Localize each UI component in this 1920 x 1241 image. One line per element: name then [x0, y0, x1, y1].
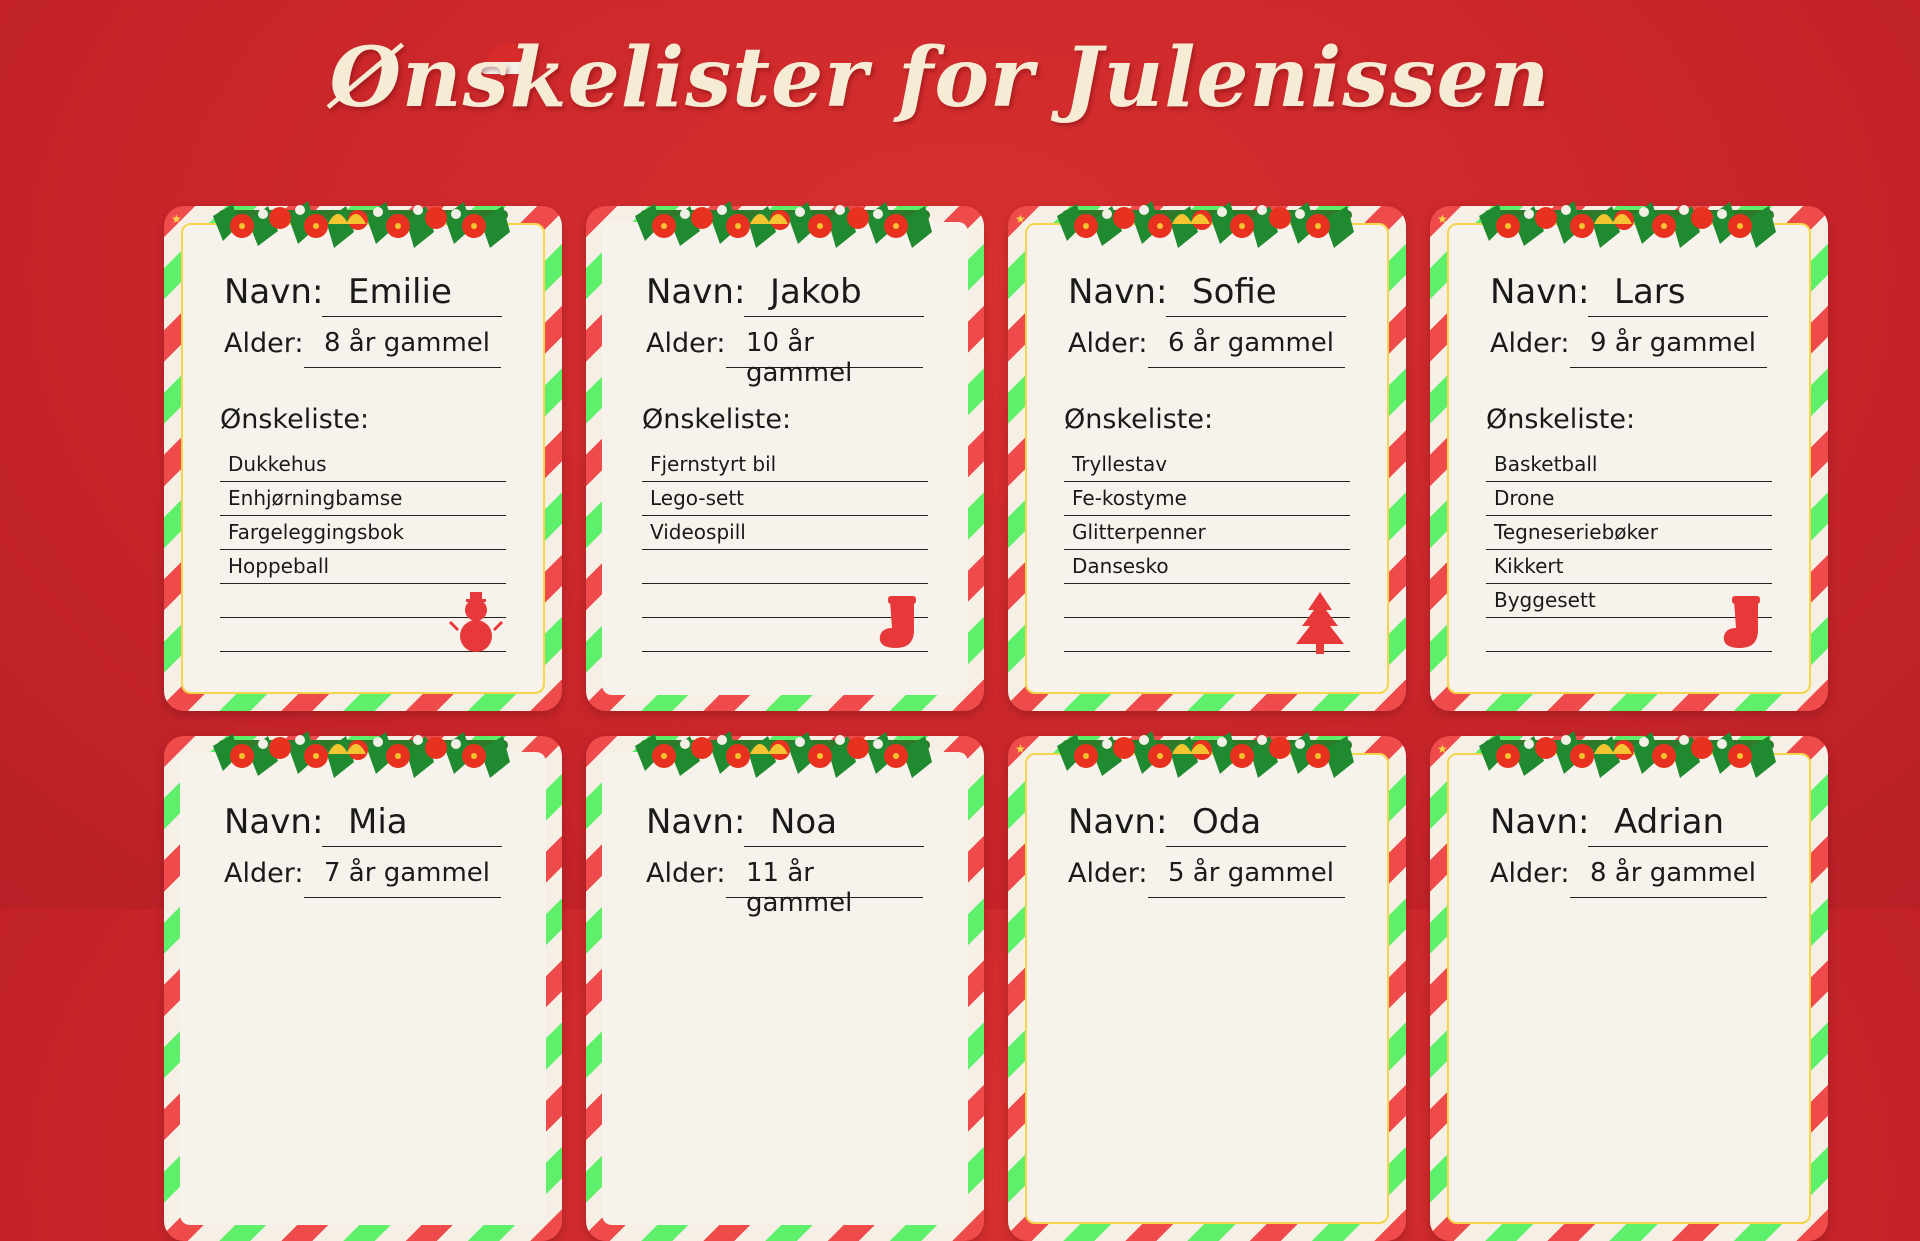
- garland-decoration: [1479, 201, 1776, 248]
- wish-item[interactable]: Tegneseriebøker: [1486, 516, 1772, 550]
- age-field[interactable]: 8 år gammel: [1570, 858, 1767, 898]
- snowman-icon: [448, 592, 504, 652]
- wish-item[interactable]: Fjernstyrt bil: [642, 448, 928, 482]
- garland-decoration: [213, 731, 510, 778]
- age-field[interactable]: 7 år gammel: [304, 858, 501, 898]
- wish-item[interactable]: Kikkert: [1486, 550, 1772, 584]
- garland-decoration: [635, 201, 932, 248]
- wish-item[interactable]: Videospill: [642, 516, 928, 550]
- age-label: Alder:: [646, 328, 726, 359]
- name-field[interactable]: Noa: [744, 802, 924, 847]
- wishlist-card: ★ Navn: Emilie Alder: 8 år gammel Ønskel…: [164, 201, 562, 711]
- wish-item[interactable]: [642, 550, 928, 584]
- star-icon: ★: [1015, 742, 1026, 756]
- wish-item[interactable]: Lego-sett: [642, 482, 928, 516]
- age-field[interactable]: 10 år gammel: [726, 328, 923, 388]
- name-field[interactable]: Emilie: [322, 272, 502, 317]
- name-label: Navn:: [1068, 272, 1168, 312]
- garland-decoration: [1479, 731, 1776, 778]
- wish-item[interactable]: Hoppeball: [220, 550, 506, 584]
- wishlist-card: ★ Navn: Sofie Alder: 6 år gammel Ønskeli…: [1008, 201, 1406, 711]
- name-field[interactable]: Adrian: [1588, 802, 1768, 847]
- wishlist-label: Ønskeliste:: [1064, 404, 1214, 435]
- garland-decoration: [213, 201, 510, 248]
- age-field[interactable]: 5 år gammel: [1148, 858, 1345, 898]
- garland-decoration: [1057, 731, 1354, 778]
- page-title: Ønskelister for Julenissen: [329, 30, 1551, 126]
- name-field[interactable]: Jakob: [744, 272, 924, 317]
- age-label: Alder:: [646, 858, 726, 889]
- name-label: Navn:: [646, 272, 746, 312]
- star-icon: ★: [1015, 212, 1026, 226]
- name-label: Navn:: [1490, 802, 1590, 842]
- star-icon: ★: [1437, 212, 1448, 226]
- wishlist-label: Ønskeliste:: [642, 404, 792, 435]
- age-label: Alder:: [1490, 328, 1570, 359]
- name-field[interactable]: Mia: [322, 802, 502, 847]
- wish-item[interactable]: Fe-kostyme: [1064, 482, 1350, 516]
- wish-item[interactable]: Fargeleggingsbok: [220, 516, 506, 550]
- wishlist-card: ★ Navn: Oda Alder: 5 år gammel: [1008, 731, 1406, 1241]
- age-label: Alder:: [1068, 328, 1148, 359]
- name-label: Navn:: [1490, 272, 1590, 312]
- wishlist-label: Ønskeliste:: [1486, 404, 1636, 435]
- wishlist-card: Navn: Jakob Alder: 10 år gammel Ønskelis…: [586, 201, 984, 711]
- name-label: Navn:: [646, 802, 746, 842]
- name-label: Navn:: [224, 272, 324, 312]
- wishlist-card: Navn: Mia Alder: 7 år gammel: [164, 731, 562, 1241]
- christmas-tree-icon: [1296, 592, 1344, 654]
- wishlist-card: ★ Navn: Adrian Alder: 8 år gammel: [1430, 731, 1828, 1241]
- age-label: Alder:: [1490, 858, 1570, 889]
- wish-item[interactable]: Basketball: [1486, 448, 1772, 482]
- star-icon: ★: [1437, 742, 1448, 756]
- wish-item[interactable]: Dukkehus: [220, 448, 506, 482]
- name-label: Navn:: [1068, 802, 1168, 842]
- garland-decoration: [635, 731, 932, 778]
- wishlist-label: Ønskeliste:: [220, 404, 370, 435]
- wish-item[interactable]: Tryllestav: [1064, 448, 1350, 482]
- name-field[interactable]: Lars: [1588, 272, 1768, 317]
- wish-item[interactable]: Glitterpenner: [1064, 516, 1350, 550]
- age-label: Alder:: [224, 328, 304, 359]
- wish-item[interactable]: Enhjørningbamse: [220, 482, 506, 516]
- age-field[interactable]: 6 år gammel: [1148, 328, 1345, 368]
- age-field[interactable]: 8 år gammel: [304, 328, 501, 368]
- wishlist-card: Navn: Noa Alder: 11 år gammel: [586, 731, 984, 1241]
- name-field[interactable]: Oda: [1166, 802, 1346, 847]
- garland-decoration: [1057, 201, 1354, 248]
- age-label: Alder:: [224, 858, 304, 889]
- age-field[interactable]: 11 år gammel: [726, 858, 923, 918]
- wish-item[interactable]: Dansesko: [1064, 550, 1350, 584]
- age-field[interactable]: 9 år gammel: [1570, 328, 1767, 368]
- stocking-icon: [879, 596, 916, 648]
- stocking-icon: [1723, 596, 1760, 648]
- name-field[interactable]: Sofie: [1166, 272, 1346, 317]
- age-label: Alder:: [1068, 858, 1148, 889]
- wish-item[interactable]: Drone: [1486, 482, 1772, 516]
- wishlist-card: ★ Navn: Lars Alder: 9 år gammel Ønskelis…: [1430, 201, 1828, 711]
- name-label: Navn:: [224, 802, 324, 842]
- star-icon: ★: [171, 212, 182, 226]
